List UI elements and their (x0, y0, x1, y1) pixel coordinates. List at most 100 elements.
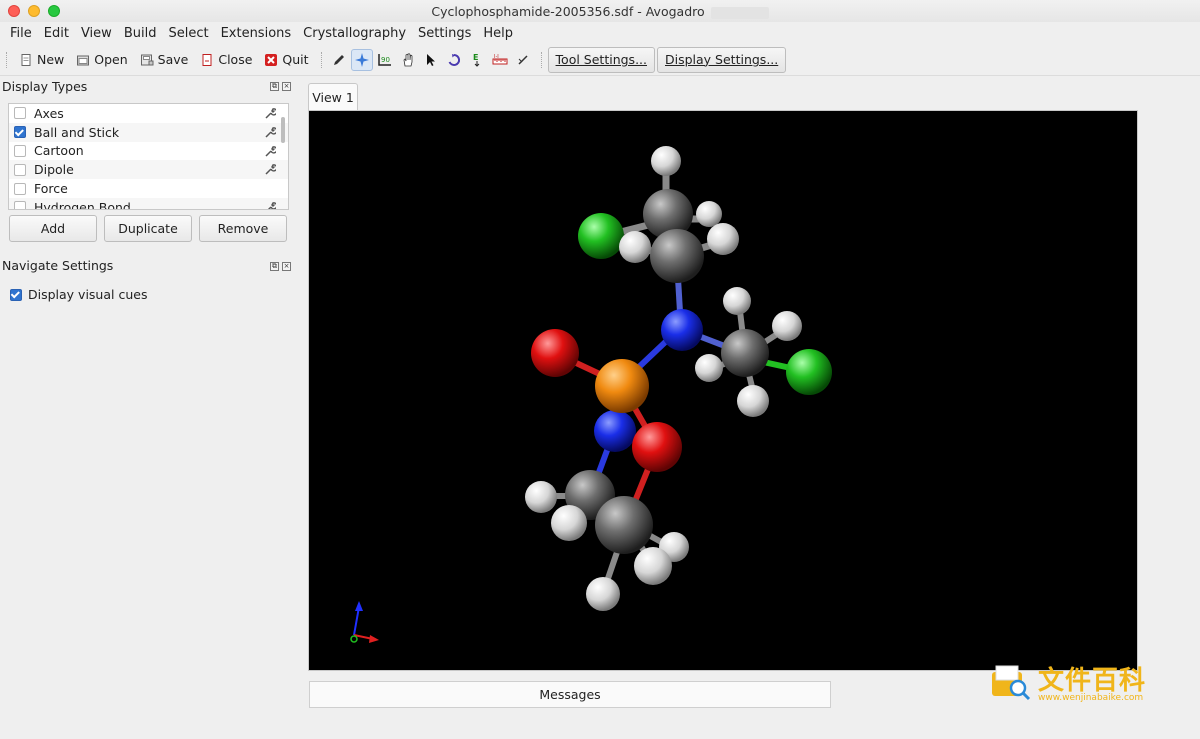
oxygen-atom[interactable] (531, 329, 579, 377)
hydrogen-atom[interactable] (707, 223, 739, 255)
window-title: Cyclophosphamide-2005356.sdf - Avogadro (0, 4, 1200, 19)
quit-label: Quit (282, 52, 309, 67)
tool-settings-button[interactable]: Tool Settings... (547, 46, 655, 73)
selection-arrow-icon (427, 53, 436, 66)
force-checkbox[interactable] (14, 182, 26, 195)
wrench-icon[interactable] (264, 201, 276, 210)
remove-display-type-button[interactable]: Remove (199, 215, 287, 242)
menu-settings[interactable]: Settings (412, 26, 477, 41)
select-tool-button[interactable] (420, 49, 442, 71)
molecule-viewport[interactable] (308, 110, 1138, 671)
menu-file[interactable]: File (4, 26, 38, 41)
phosphorus-atom[interactable] (595, 359, 649, 413)
axes-checkbox[interactable] (14, 107, 26, 120)
wrench-icon[interactable] (264, 145, 276, 157)
hydrogen-atom[interactable] (737, 385, 769, 417)
list-item[interactable]: Cartoon (9, 142, 288, 161)
float-dock-icon[interactable]: ⧉ (270, 262, 279, 271)
display-settings-label: Display Settings... (665, 52, 779, 67)
open-button[interactable]: Open (70, 48, 133, 72)
manipulate-hand-icon (403, 52, 413, 66)
left-dock: Display Types ⧉ × Axes Ball and Stick Ca… (0, 77, 300, 717)
hydrogen-bond-checkbox[interactable] (14, 201, 26, 209)
bond-centric-manipulate-icon: 90 (378, 53, 392, 66)
measure-button[interactable]: I-I (489, 49, 511, 71)
menu-edit[interactable]: Edit (38, 26, 75, 41)
duplicate-label: Duplicate (118, 221, 178, 236)
save-button[interactable]: Save (134, 48, 195, 72)
chlorine-atom[interactable] (786, 349, 832, 395)
list-item[interactable]: Ball and Stick (9, 122, 288, 142)
wrench-icon[interactable] (264, 126, 276, 138)
atoms (525, 146, 832, 611)
close-dock-icon[interactable]: × (282, 262, 291, 271)
toolbar-grip[interactable] (6, 51, 9, 68)
cartoon-checkbox[interactable] (14, 144, 26, 157)
wrench-icon[interactable] (264, 107, 276, 119)
chlorine-atom[interactable] (578, 213, 624, 259)
close-dock-icon[interactable]: × (282, 82, 291, 91)
molecule-render[interactable] (309, 111, 1137, 670)
hydrogen-atom[interactable] (772, 311, 802, 341)
navigate-tool-button[interactable] (351, 48, 374, 71)
float-dock-icon[interactable]: ⧉ (270, 82, 279, 91)
nitrogen-atom[interactable] (661, 309, 703, 351)
menu-help[interactable]: Help (477, 26, 519, 41)
main-toolbar: New Open Save Close Quit 90 E I-I Tool S… (0, 44, 1200, 76)
carbon-atom[interactable] (721, 329, 769, 377)
new-button[interactable]: New (13, 48, 70, 72)
auto-rotate-button[interactable] (443, 49, 465, 71)
watermark-text: 文件百科 (1038, 666, 1147, 696)
nitrogen-atom[interactable] (594, 410, 636, 452)
hydrogen-atom[interactable] (723, 287, 751, 315)
menu-build[interactable]: Build (118, 26, 163, 41)
list-scrollbar[interactable] (281, 117, 285, 143)
dipole-checkbox[interactable] (14, 163, 26, 176)
hydrogen-atom[interactable] (551, 505, 587, 541)
add-display-type-button[interactable]: Add (9, 215, 97, 242)
quit-button[interactable]: Quit (258, 48, 314, 72)
tab-view-1[interactable]: View 1 (308, 83, 358, 110)
align-button[interactable] (512, 49, 534, 71)
display-types-list: Axes Ball and Stick Cartoon Dipole Force… (8, 103, 289, 210)
list-item[interactable]: Force (9, 179, 288, 198)
close-button[interactable]: Close (194, 48, 258, 72)
wrench-icon[interactable] (264, 163, 276, 175)
hydrogen-atom[interactable] (525, 481, 557, 513)
menu-select[interactable]: Select (162, 26, 214, 41)
display-visual-cues-option[interactable]: Display visual cues (10, 287, 147, 302)
display-visual-cues-checkbox[interactable] (10, 288, 22, 301)
measure-icon: I-I (492, 54, 508, 64)
title-bar: Cyclophosphamide-2005356.sdf - Avogadro (0, 0, 1200, 22)
hydrogen-atom[interactable] (634, 547, 672, 585)
messages-panel-button[interactable]: Messages (309, 681, 831, 708)
menu-view[interactable]: View (75, 26, 118, 41)
svg-text:E: E (473, 53, 478, 62)
hydrogen-atom[interactable] (651, 146, 681, 176)
list-item[interactable]: Dipole (9, 160, 288, 180)
svg-text:I-I: I-I (494, 54, 499, 60)
list-item[interactable]: Axes (9, 104, 288, 123)
draw-tool-button[interactable] (328, 49, 350, 71)
list-item[interactable]: Hydrogen Bond (9, 197, 288, 210)
auto-optimize-button[interactable]: E (466, 49, 488, 71)
menu-extensions[interactable]: Extensions (215, 26, 298, 41)
bond-centric-manipulate-button[interactable]: 90 (374, 49, 396, 71)
display-settings-button[interactable]: Display Settings... (657, 46, 787, 73)
carbon-atom[interactable] (595, 496, 653, 554)
toolbar-grip-3[interactable] (540, 51, 544, 68)
carbon-atom[interactable] (650, 229, 704, 283)
ball-and-stick-checkbox[interactable] (14, 126, 26, 139)
hydrogen-atom[interactable] (695, 354, 723, 382)
duplicate-display-type-button[interactable]: Duplicate (104, 215, 192, 242)
folder-search-icon (992, 665, 1031, 701)
menu-crystallography[interactable]: Crystallography (297, 26, 412, 41)
manipulate-button[interactable] (397, 49, 419, 71)
hydrogen-atom[interactable] (586, 577, 620, 611)
oxygen-atom[interactable] (632, 422, 682, 472)
hydrogen-atom[interactable] (619, 231, 651, 263)
toolbar-grip-2[interactable] (320, 51, 324, 68)
new-label: New (37, 52, 65, 67)
hydrogen-atom[interactable] (696, 201, 722, 227)
list-item-label: Force (34, 181, 68, 197)
